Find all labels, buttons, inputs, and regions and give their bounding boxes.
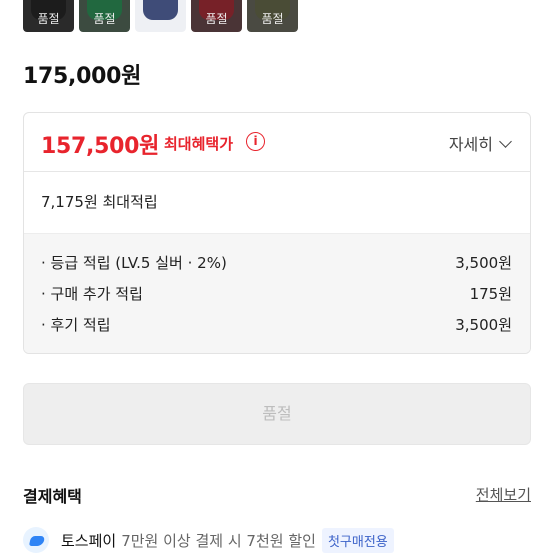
- toss-pay-description: 7만원 이상 결제 시 7천원 할인: [121, 531, 316, 550]
- detail-toggle-button[interactable]: 자세히: [448, 131, 512, 155]
- point-value: 3,500원: [455, 316, 512, 334]
- view-all-link[interactable]: 전체보기: [476, 484, 531, 505]
- sold-out-button: 품절: [23, 383, 531, 445]
- point-row-review: · 후기 적립 3,500원: [41, 314, 512, 335]
- toss-pay-icon: [23, 527, 49, 553]
- sold-out-tag: 품절: [37, 12, 60, 26]
- sold-out-tag: 품절: [261, 12, 284, 26]
- color-swatch-olive[interactable]: 품절: [247, 0, 298, 32]
- max-benefit-panel: 157,500원 최대혜택가 i 자세히 7,175원 최대적립 · 등급 적립…: [23, 112, 531, 354]
- color-swatch-navy[interactable]: [133, 0, 188, 34]
- toss-pay-name: 토스페이: [61, 531, 117, 550]
- point-row-purchase: · 구매 추가 적립 175원: [41, 283, 512, 304]
- point-label: · 구매 추가 적립: [41, 285, 143, 303]
- color-swatch-list: 품절 품절 품절 품절: [23, 0, 298, 34]
- point-label: · 등급 적립 (LV.5 실버 · 2%): [41, 254, 227, 272]
- sold-out-tag: 품절: [93, 12, 116, 26]
- info-icon[interactable]: i: [246, 132, 265, 151]
- color-swatch-black[interactable]: 품절: [23, 0, 74, 32]
- sold-out-tag: 품절: [205, 12, 228, 26]
- max-points-total: 7,175원 최대적립: [41, 193, 158, 211]
- first-purchase-badge: 첫구매전용: [321, 527, 394, 553]
- payment-benefits-title: 결제혜택: [23, 487, 82, 506]
- divider: [24, 171, 530, 172]
- color-swatch-burgundy[interactable]: 품절: [191, 0, 242, 32]
- max-benefit-price: 157,500원: [41, 134, 160, 159]
- point-label: · 후기 적립: [41, 316, 111, 334]
- color-swatch-green[interactable]: 품절: [79, 0, 130, 32]
- max-benefit-label: 최대혜택가: [164, 135, 234, 153]
- max-benefit-header: 157,500원 최대혜택가 i 자세히: [24, 113, 530, 171]
- chevron-down-icon: [499, 134, 512, 148]
- list-price: 175,000원: [23, 64, 142, 89]
- point-value: 3,500원: [455, 254, 512, 272]
- detail-toggle-label: 자세히: [448, 135, 493, 154]
- toss-pay-benefit-row[interactable]: 토스페이 7만원 이상 결제 시 7천원 할인 첫구매전용: [23, 526, 394, 554]
- point-value: 175원: [469, 285, 512, 303]
- points-breakdown: · 등급 적립 (LV.5 실버 · 2%) 3,500원 · 구매 추가 적립…: [24, 233, 530, 353]
- garment-thumbnail: [143, 0, 178, 20]
- point-row-grade: · 등급 적립 (LV.5 실버 · 2%) 3,500원: [41, 252, 512, 273]
